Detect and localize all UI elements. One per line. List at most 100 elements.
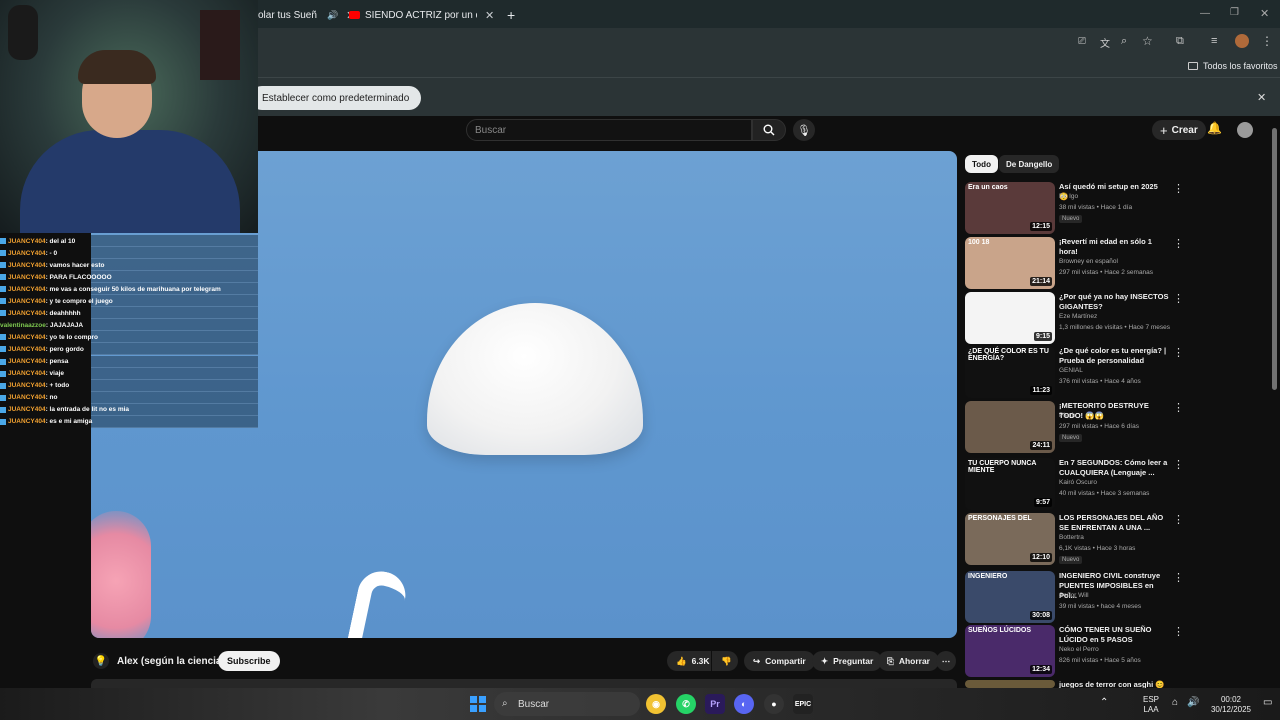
recommended-video[interactable]: SUEÑOS LÚCIDOS 12:34 CÓMO TENER UN SUEÑO L…	[965, 625, 1184, 677]
tab-siendo-actriz[interactable]: SIENDO ACTRIZ por un día para ✕	[349, 4, 494, 26]
language-indicator[interactable]: ESP LAA	[1143, 695, 1159, 715]
zoom-icon[interactable]: ⌕	[1121, 35, 1127, 48]
reading-list-icon[interactable]: ≡	[1211, 35, 1217, 47]
chip-all[interactable]: Todo	[965, 155, 998, 173]
bookmark-star-icon[interactable]: ☆	[1142, 34, 1153, 48]
more-options-icon[interactable]: ⋮	[1173, 182, 1184, 195]
video-channel[interactable]: GENIAL	[1059, 367, 1083, 374]
create-button[interactable]: + Crear	[1152, 120, 1206, 140]
recommended-video[interactable]: Era un caos 12:15 Así quedó mi setup en 20…	[965, 182, 1184, 234]
more-options-icon[interactable]: ⋮	[1173, 625, 1184, 638]
cast-icon[interactable]: ⎚	[1078, 36, 1086, 47]
taskbar-search[interactable]: ⌕ Buscar	[494, 692, 640, 716]
chat-badge-icon	[0, 310, 6, 317]
speaker-icon[interactable]: 🔊	[327, 10, 338, 21]
tray-chevron-icon[interactable]: ⌃	[1100, 698, 1108, 708]
recommended-video[interactable]: 24:11 ¡METEORITO DESTRUYE TODO! 😱😱 Plech 29…	[965, 401, 1184, 453]
all-bookmarks-folder[interactable]: Todos los favoritos	[1188, 61, 1278, 71]
translate-icon[interactable]: 文	[1100, 35, 1110, 50]
recommended-video[interactable]: juegos de terror con asghi 😊	[965, 680, 1180, 689]
video-channel[interactable]: Kairó Oscuro	[1059, 479, 1097, 486]
obs-icon[interactable]: ●	[764, 694, 784, 714]
dislike-button[interactable]: 👎	[712, 651, 738, 671]
share-button[interactable]: ↪ Compartir	[744, 651, 815, 671]
video-title[interactable]: ¡Revertí mi edad en sólo 1 hora!	[1059, 237, 1169, 257]
close-window-icon[interactable]: ✕	[1260, 7, 1269, 20]
search-button[interactable]	[752, 119, 786, 141]
video-channel[interactable]: Dr. Igo	[1059, 193, 1078, 200]
more-actions-button[interactable]: ⋯	[936, 651, 956, 671]
more-options-icon[interactable]: ⋮	[1173, 513, 1184, 526]
chrome-icon[interactable]: ◉	[646, 694, 666, 714]
video-thumbnail[interactable]: 100 18 21:14	[965, 237, 1055, 289]
account-avatar[interactable]	[1237, 122, 1253, 138]
channel-avatar[interactable]: 💡	[93, 653, 109, 669]
ask-button[interactable]: ✦ Preguntar	[812, 651, 883, 671]
more-options-icon[interactable]: ⋮	[1173, 571, 1184, 584]
extensions-icon[interactable]: ⧉	[1176, 35, 1184, 48]
discord-icon[interactable]: ◐	[734, 694, 754, 714]
video-title[interactable]: En 7 SEGUNDOS: Cómo leer a CUALQUIERA (L…	[1059, 458, 1169, 478]
thumbnail-text: ¿DE QUÉ COLOR ES TU ENERGÍA?	[968, 348, 1049, 362]
save-button[interactable]: ⎘ Ahorrar	[878, 651, 939, 671]
set-default-button[interactable]: Establecer como predeterminado	[250, 86, 422, 110]
video-thumbnail[interactable]: INGENIERO 30:08	[965, 571, 1055, 623]
menu-icon[interactable]: ⋮	[1261, 34, 1273, 48]
search-input[interactable]: Buscar	[466, 119, 752, 141]
video-title[interactable]: ¡METEORITO DESTRUYE TODO! 😱😱	[1059, 401, 1169, 421]
video-title[interactable]: ¿Por qué ya no hay INSECTOS GIGANTES?	[1059, 292, 1169, 312]
video-thumbnail[interactable]: PERSONAJES DEL 12:10	[965, 513, 1055, 565]
notification-center-icon[interactable]: ▭	[1263, 698, 1272, 708]
start-icon[interactable]	[470, 696, 486, 712]
more-options-icon[interactable]: ⋮	[1173, 401, 1184, 414]
video-thumbnail[interactable]: SUEÑOS LÚCIDOS 12:34	[965, 625, 1055, 677]
channel-name[interactable]: Alex (según la ciencia)	[117, 656, 225, 667]
video-channel[interactable]: Eze Martínez	[1059, 313, 1097, 320]
clock[interactable]: 00:02 30/12/2025	[1208, 695, 1254, 715]
notifications-bell-icon[interactable]: 🔔	[1207, 121, 1222, 135]
video-thumbnail[interactable]: ¿DE QUÉ COLOR ES TU ENERGÍA? 11:23	[965, 346, 1055, 398]
video-channel[interactable]: Neko el Perro	[1059, 646, 1099, 653]
recommended-video[interactable]: ¿DE QUÉ COLOR ES TU ENERGÍA? 11:23 ¿De qué…	[965, 346, 1184, 398]
video-channel[interactable]: Browney en español	[1059, 258, 1118, 265]
video-title[interactable]: CÓMO TENER UN SUEÑO LÚCIDO en 5 PASOS	[1059, 625, 1169, 645]
recommended-video[interactable]: 9:15 ¿Por qué ya no hay INSECTOS GIGANTES…	[965, 292, 1184, 344]
recommended-video[interactable]: 100 18 21:14 ¡Revertí mi edad en sólo 1 ho…	[965, 237, 1184, 289]
video-title[interactable]: LOS PERSONAJES DEL AÑO SE ENFRENTAN A UN…	[1059, 513, 1169, 533]
video-channel[interactable]: Plech	[1059, 412, 1075, 419]
chip-from-channel[interactable]: De Dangello	[999, 155, 1060, 173]
epic-games-icon[interactable]: EPIC	[793, 694, 813, 714]
subscribe-button[interactable]: Subscribe	[218, 651, 280, 671]
like-button[interactable]: 👍 6.3K	[667, 651, 711, 671]
network-icon[interactable]: ⌂	[1172, 698, 1178, 708]
minimize-icon[interactable]: —	[1200, 8, 1210, 19]
whatsapp-icon[interactable]: ✆	[676, 694, 696, 714]
close-tab-icon[interactable]: ✕	[485, 9, 494, 22]
video-thumbnail[interactable]: 9:15	[965, 292, 1055, 344]
recommended-video[interactable]: INGENIERO 30:08 INGENIERO CIVIL construye …	[965, 571, 1184, 623]
video-thumbnail[interactable]: TU CUERPO NUNCA MIENTE 9:57	[965, 458, 1055, 510]
close-infobar-icon[interactable]: ✕	[1257, 91, 1266, 104]
profile-avatar[interactable]	[1235, 34, 1249, 48]
recommended-video[interactable]: PERSONAJES DEL 12:10 LOS PERSONAJES DEL AÑ…	[965, 513, 1184, 565]
maximize-icon[interactable]: ❐	[1230, 7, 1239, 18]
new-tab-button[interactable]: +	[507, 4, 515, 26]
video-thumbnail[interactable]: Era un caos 12:15	[965, 182, 1055, 234]
video-thumbnail[interactable]	[965, 680, 1055, 688]
description-box[interactable]	[91, 679, 957, 688]
video-channel[interactable]: Bottertra	[1059, 534, 1084, 541]
volume-icon[interactable]: 🔊	[1187, 698, 1199, 708]
bookmarks-label: Todos los favoritos	[1203, 61, 1278, 71]
voice-search-button[interactable]: 🎙	[793, 119, 815, 141]
tab-current[interactable]: olar tus Sueñ 🔊 ✕	[258, 4, 355, 26]
premiere-icon[interactable]: Pr	[705, 694, 725, 714]
more-options-icon[interactable]: ⋮	[1173, 292, 1184, 305]
video-title[interactable]: ¿De qué color es tu energía? | Prueba de…	[1059, 346, 1169, 366]
more-options-icon[interactable]: ⋮	[1173, 237, 1184, 250]
more-options-icon[interactable]: ⋮	[1173, 346, 1184, 359]
more-options-icon[interactable]: ⋮	[1173, 458, 1184, 471]
video-channel[interactable]: Señor Will	[1059, 592, 1089, 599]
recommended-video[interactable]: TU CUERPO NUNCA MIENTE 9:57 En 7 SEGUNDOS:…	[965, 458, 1184, 510]
video-thumbnail[interactable]: 24:11	[965, 401, 1055, 453]
page-scrollbar[interactable]	[1272, 128, 1277, 390]
